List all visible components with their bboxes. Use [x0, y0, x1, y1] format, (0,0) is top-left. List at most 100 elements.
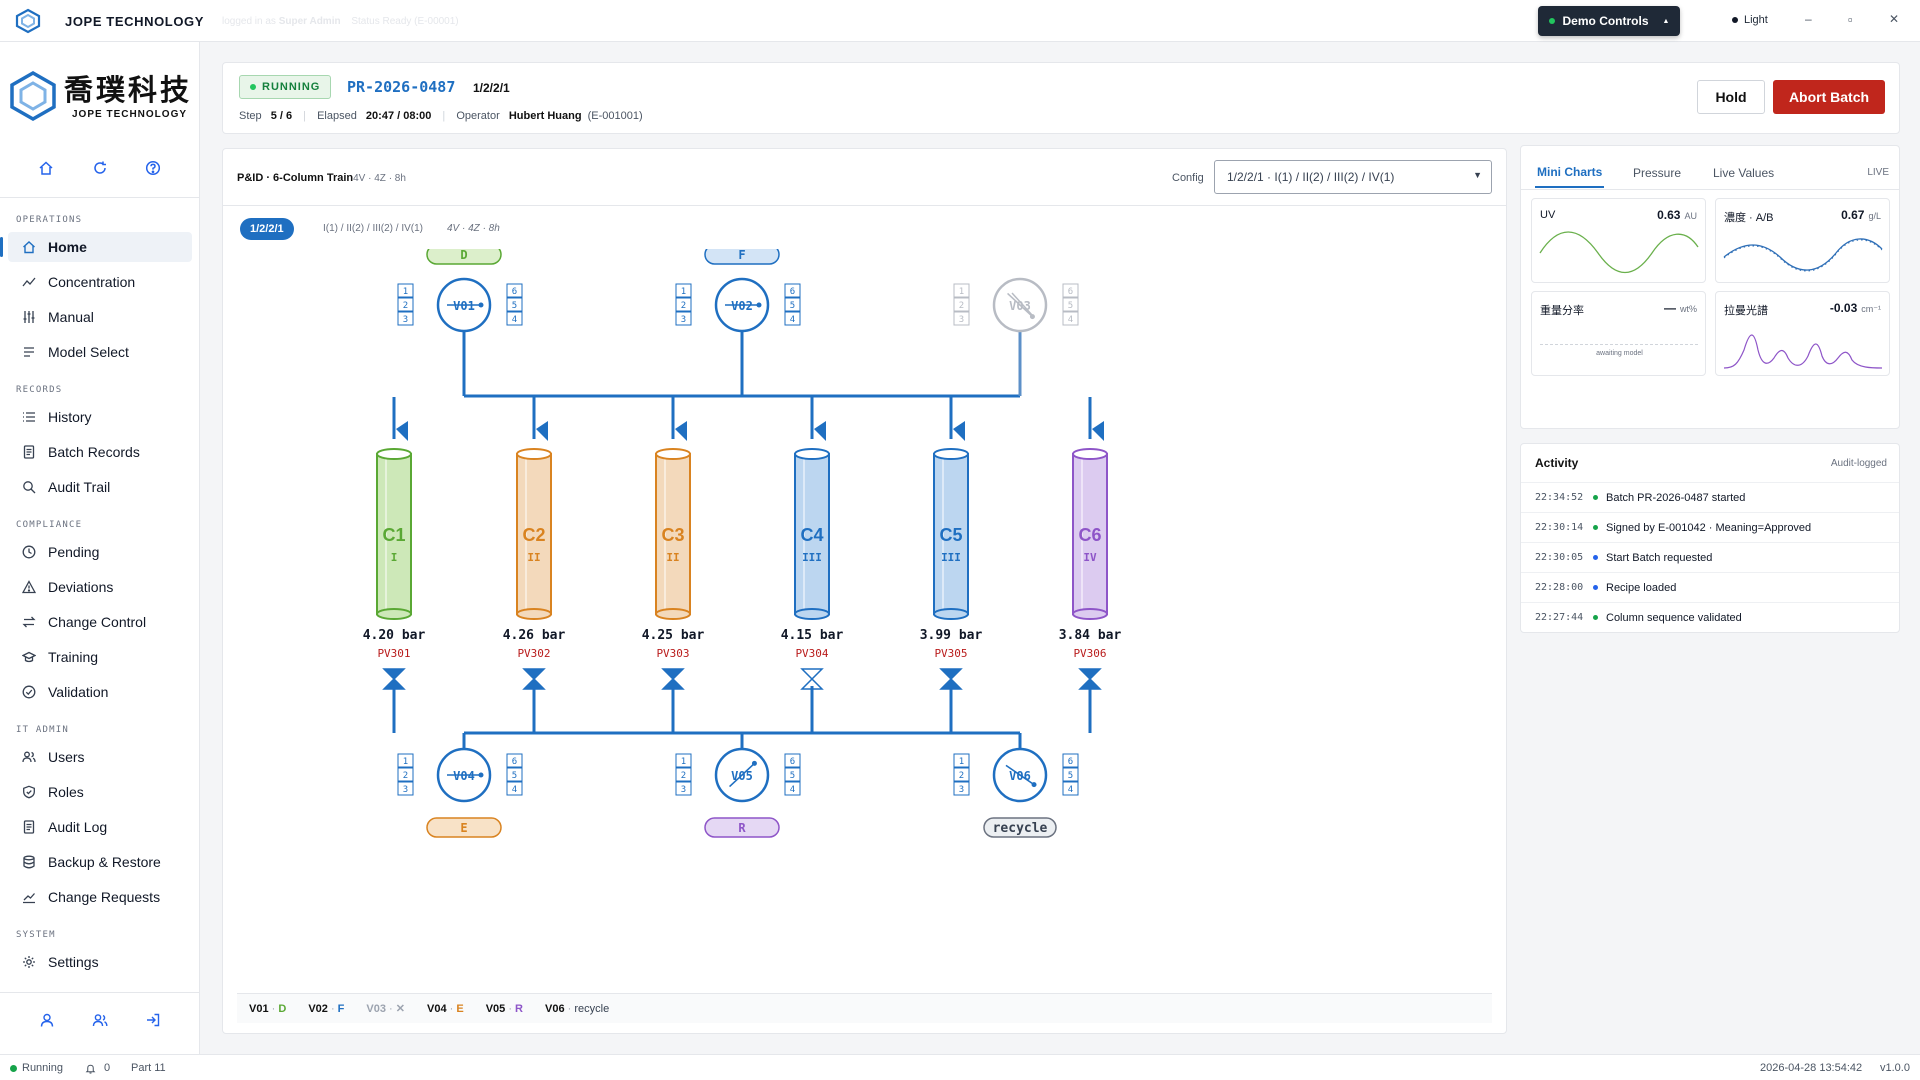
sidebar-item-deviations[interactable]: Deviations — [8, 572, 192, 602]
rotary-valve-v03[interactable]: 123654V03 — [953, 277, 1079, 333]
sidebar-divider — [0, 197, 200, 198]
sidebar-item-label: Backup & Restore — [48, 854, 161, 870]
sidebar-item-label: Audit Log — [48, 819, 108, 835]
sidebar-item-roles[interactable]: Roles — [8, 777, 192, 807]
config-label: Config — [1172, 172, 1204, 184]
concentration-trace — [1723, 238, 1883, 272]
maximize-button[interactable]: ▫ — [1848, 12, 1853, 27]
butterfly-valve-icon[interactable] — [522, 668, 546, 690]
sidebar-item-change-requests[interactable]: Change Requests — [8, 882, 192, 912]
chart-label: 重量分率 — [1540, 305, 1584, 317]
activity-time: 22:30:05 — [1535, 552, 1584, 563]
profile-icon[interactable] — [39, 1012, 55, 1031]
sidebar-item-batch-records[interactable]: Batch Records — [8, 437, 192, 467]
legend-valve-id: V05 — [485, 1002, 506, 1015]
valve-port-label: 6 — [512, 287, 517, 297]
legend-separator: · — [505, 1002, 516, 1015]
valve-rotor-tip — [756, 302, 762, 308]
butterfly-valve-icon[interactable] — [939, 668, 963, 690]
batch-id[interactable]: PR-2026-0487 — [347, 78, 455, 96]
pid-header-divider — [223, 205, 1506, 206]
valve-legend: V01 · D V02 · F V03 · ✕ V04 · E V05 · R V06 ·… — [237, 993, 1492, 1023]
sidebar-item-users[interactable]: Users — [8, 742, 192, 772]
valve-tag-label: D — [460, 249, 467, 262]
demo-controls-button[interactable]: Demo Controls ▲ — [1538, 6, 1680, 36]
butterfly-valve-icon[interactable] — [1078, 668, 1102, 690]
minimize-button[interactable]: – — [1805, 12, 1812, 26]
sidebar-item-label: Change Control — [48, 614, 147, 630]
sidebar: 喬璞科技 JOPE TECHNOLOGY OPERATIONS Home Con… — [0, 42, 200, 1054]
valve-port-label: 5 — [512, 771, 517, 781]
tab-pressure[interactable]: Pressure — [1633, 158, 1681, 188]
nav-section-it-admin: IT ADMIN — [16, 725, 69, 735]
help-icon[interactable] — [145, 160, 161, 179]
switch-user-icon[interactable] — [92, 1012, 108, 1031]
valve-port-label: 4 — [512, 785, 517, 795]
sidebar-item-backup-restore[interactable]: Backup & Restore — [8, 847, 192, 877]
sidebar-item-training[interactable]: Training — [8, 642, 192, 672]
sidebar-item-change-control[interactable]: Change Control — [8, 607, 192, 637]
column-c6[interactable]: C6 IV 3.84 bar PV306 — [1059, 448, 1122, 690]
rotary-valve-v02[interactable]: 1 2 3 6 5 4 V02 F — [675, 249, 801, 333]
column-id-label: C5 — [939, 525, 962, 545]
sidebar-item-audit-log[interactable]: Audit Log — [8, 812, 192, 842]
rotary-valve-v01[interactable]: 1 2 3 6 5 4 V01 D — [397, 249, 523, 333]
valve-port-label: 6 — [790, 287, 795, 297]
column-c4[interactable]: C4 III 4.15 bar PV304 — [781, 448, 844, 690]
refresh-icon[interactable] — [92, 160, 108, 179]
uv-mini-chart[interactable]: UV 0.63 AU — [1531, 198, 1706, 283]
valve-rotor-tip — [751, 760, 757, 766]
rotary-valve-v06[interactable]: 123654V06recycle — [953, 747, 1079, 838]
raman-mini-chart[interactable]: 拉曼光譜 -0.03 cm⁻¹ — [1715, 291, 1890, 376]
trend-icon — [22, 277, 36, 287]
tab-mini-charts[interactable]: Mini Charts — [1535, 158, 1605, 188]
close-button[interactable]: ✕ — [1889, 12, 1899, 26]
sidebar-item-history[interactable]: History — [8, 402, 192, 432]
column-c2[interactable]: C2 II 4.26 bar PV302 — [503, 448, 566, 690]
run-state-dot-icon — [10, 1064, 17, 1072]
config-select[interactable]: 1/2/2/1 · I(1) / II(2) / III(2) / IV(1) … — [1214, 160, 1492, 194]
sidebar-item-settings[interactable]: Settings — [8, 947, 192, 977]
column-c1[interactable]: C1 I 4.20 bar PV301 — [363, 448, 426, 690]
sidebar-item-home[interactable]: Home — [0, 232, 192, 262]
valve-port-label: 4 — [790, 315, 795, 325]
valve-rotor-tip — [1029, 314, 1035, 320]
activity-row: 22:30:14 Signed by E-001042 · Meaning=App… — [1521, 512, 1899, 542]
sidebar-item-label: History — [48, 409, 92, 425]
sidebar-footer-divider — [0, 992, 200, 993]
sidebar-item-label: Concentration — [48, 274, 136, 290]
config-select-value: 1/2/2/1 · I(1) / II(2) / III(2) / IV(1) — [1227, 170, 1395, 184]
logout-icon[interactable] — [145, 1012, 161, 1031]
sidebar-item-audit-trail[interactable]: Audit Trail — [8, 472, 192, 502]
sidebar-item-validation[interactable]: Validation — [8, 677, 192, 707]
abort-batch-button[interactable]: Abort Batch — [1773, 80, 1885, 114]
sidebar-item-manual[interactable]: Manual — [8, 302, 192, 332]
valve-port-label: 3 — [959, 315, 964, 325]
tab-live-values[interactable]: Live Values — [1713, 158, 1774, 188]
column-c3[interactable]: C3 II 4.25 bar PV303 — [642, 448, 705, 690]
alerts-indicator[interactable]: 0 — [85, 1062, 110, 1074]
sidebar-item-label: Settings — [48, 954, 99, 970]
valve-port-label: 5 — [790, 771, 795, 781]
column-id-label: C6 — [1078, 525, 1101, 545]
butterfly-valve-icon[interactable] — [382, 668, 406, 690]
hold-button[interactable]: Hold — [1697, 80, 1765, 114]
chart-up-icon — [23, 893, 35, 904]
legend-item: V05 · R — [486, 1003, 523, 1015]
valve-rotor-tip — [1031, 782, 1037, 788]
column-c5[interactable]: C5 III 3.99 bar PV305 — [920, 448, 983, 690]
theme-toggle[interactable]: Light — [1732, 14, 1768, 26]
operator-name: Hubert Huang — [508, 110, 582, 122]
home-shortcut-icon[interactable] — [38, 160, 54, 179]
butterfly-valve-icon[interactable] — [661, 668, 685, 690]
sidebar-item-pending[interactable]: Pending — [8, 537, 192, 567]
status-bar: Running 0 Part 11 2026-04-28 13:54:42 v1… — [0, 1054, 1920, 1080]
activity-dot-icon — [1593, 555, 1598, 560]
activity-dot-icon — [1593, 585, 1598, 590]
sidebar-item-concentration[interactable]: Concentration — [8, 267, 192, 297]
concentration-mini-chart[interactable]: 濃度 · A/B 0.67 g/L — [1715, 198, 1890, 283]
rotary-valve-v04[interactable]: 1 2 3 6 5 4 V04 E — [397, 747, 523, 838]
sidebar-item-model-select[interactable]: Model Select — [8, 337, 192, 367]
rotary-valve-v05[interactable]: 123654V05R — [675, 747, 801, 838]
weight-fraction-mini-chart[interactable]: 重量分率 — wt% awaiting model — [1531, 291, 1706, 376]
